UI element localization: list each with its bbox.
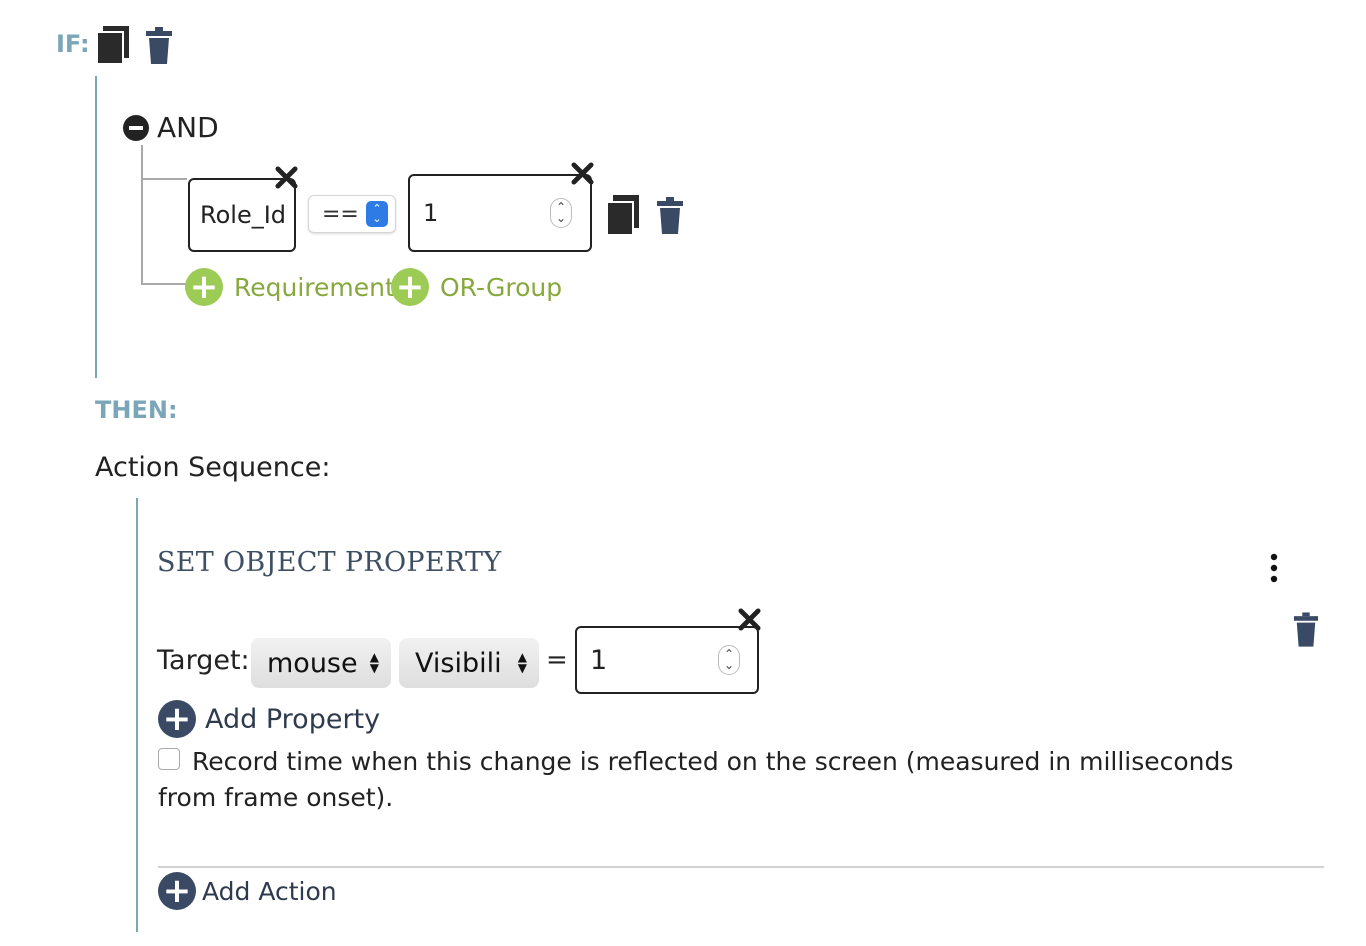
compare-value: 1 <box>423 199 439 227</box>
add-action-label: Add Action <box>202 876 337 906</box>
property-value: Visibili <box>415 647 502 679</box>
property-input-value: 1 <box>590 644 608 676</box>
tree-branch-line <box>141 178 187 180</box>
chevron-updown-icon: ▲ ▼ <box>517 650 527 675</box>
action-title: SET OBJECT PROPERTY <box>157 547 502 578</box>
object-select[interactable]: mouse ▲ ▼ <box>251 638 391 688</box>
action-sequence-line <box>136 498 138 932</box>
object-value: mouse <box>267 647 358 679</box>
copy-icon[interactable] <box>605 195 641 237</box>
add-requirement-label: Requirement <box>234 272 395 302</box>
requirement-field[interactable]: Role_Id <box>188 178 296 252</box>
number-spinner[interactable]: ⌃ ⌄ <box>550 198 572 228</box>
tree-vertical-line <box>141 145 143 285</box>
action-divider <box>158 866 1324 868</box>
compare-value-input[interactable]: 1 ⌃ ⌄ <box>408 174 592 252</box>
add-property-button[interactable]: + Add Property <box>158 700 380 738</box>
plus-circle-icon: + <box>391 268 429 306</box>
operator-value: == <box>322 201 359 227</box>
vertical-dots-icon[interactable] <box>1264 553 1284 583</box>
number-spinner[interactable]: ⌃ ⌄ <box>718 645 740 675</box>
plus-circle-icon: + <box>158 700 196 738</box>
close-icon[interactable] <box>275 166 298 189</box>
property-select[interactable]: Visibili ▲ ▼ <box>399 638 539 688</box>
copy-icon[interactable] <box>95 26 131 66</box>
tree-branch-line <box>141 283 187 285</box>
add-requirement-button[interactable]: + Requirement <box>185 268 395 306</box>
if-label: IF: <box>56 30 90 58</box>
add-or-group-label: OR-Group <box>440 272 563 302</box>
add-action-button[interactable]: + Add Action <box>158 872 337 910</box>
trash-icon[interactable] <box>1294 612 1318 648</box>
plus-circle-icon: + <box>185 268 223 306</box>
trash-icon[interactable] <box>657 197 683 235</box>
add-or-group-button[interactable]: + OR-Group <box>391 268 562 306</box>
record-time-label: Record time when this change is reflecte… <box>158 747 1234 812</box>
chevron-updown-icon: ▲ ▼ <box>369 650 379 675</box>
close-icon[interactable] <box>571 162 594 185</box>
target-label: Target: <box>157 645 250 676</box>
property-value-input[interactable]: 1 ⌃ ⌄ <box>575 626 759 694</box>
operator-select[interactable]: == ⌃ ⌄ <box>308 195 396 233</box>
equals-sign: = <box>546 645 568 675</box>
close-icon[interactable] <box>738 608 761 631</box>
requirement-field-value: Role_Id <box>200 201 287 229</box>
trash-icon[interactable] <box>146 27 172 65</box>
if-block-line <box>95 76 97 378</box>
then-label: THEN: <box>95 396 178 424</box>
add-property-label: Add Property <box>205 703 381 735</box>
and-operator-label: AND <box>157 111 219 144</box>
chevron-updown-icon: ⌃ ⌄ <box>366 201 388 227</box>
plus-circle-icon: + <box>158 872 196 910</box>
minus-circle-icon[interactable] <box>123 115 149 141</box>
action-sequence-label: Action Sequence: <box>95 452 331 483</box>
